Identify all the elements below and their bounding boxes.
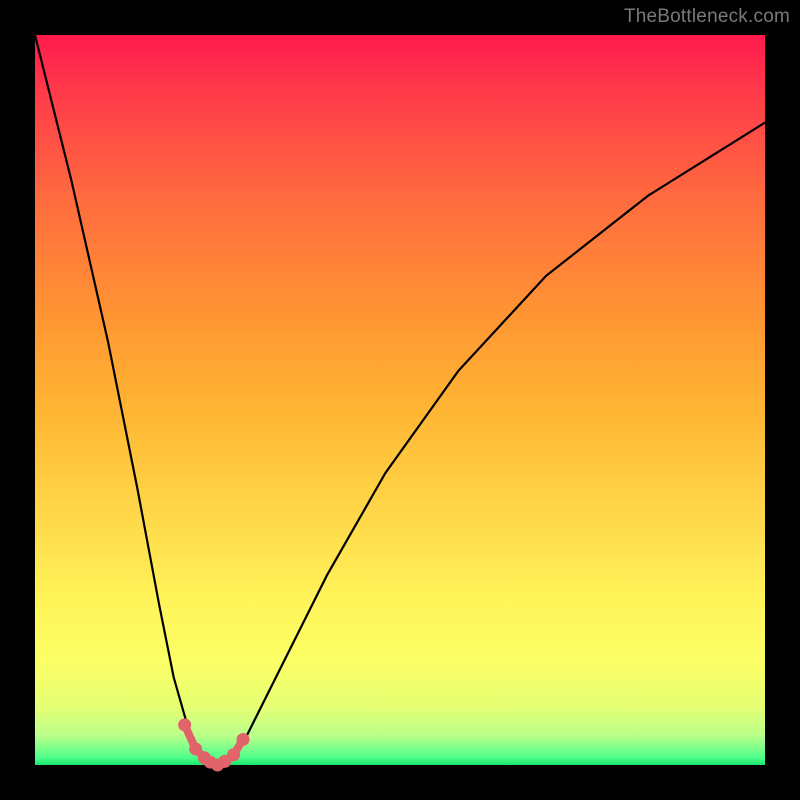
watermark-text: TheBottleneck.com [624,6,790,28]
chart-frame: TheBottleneck.com [0,0,800,800]
plot-area [35,35,765,765]
